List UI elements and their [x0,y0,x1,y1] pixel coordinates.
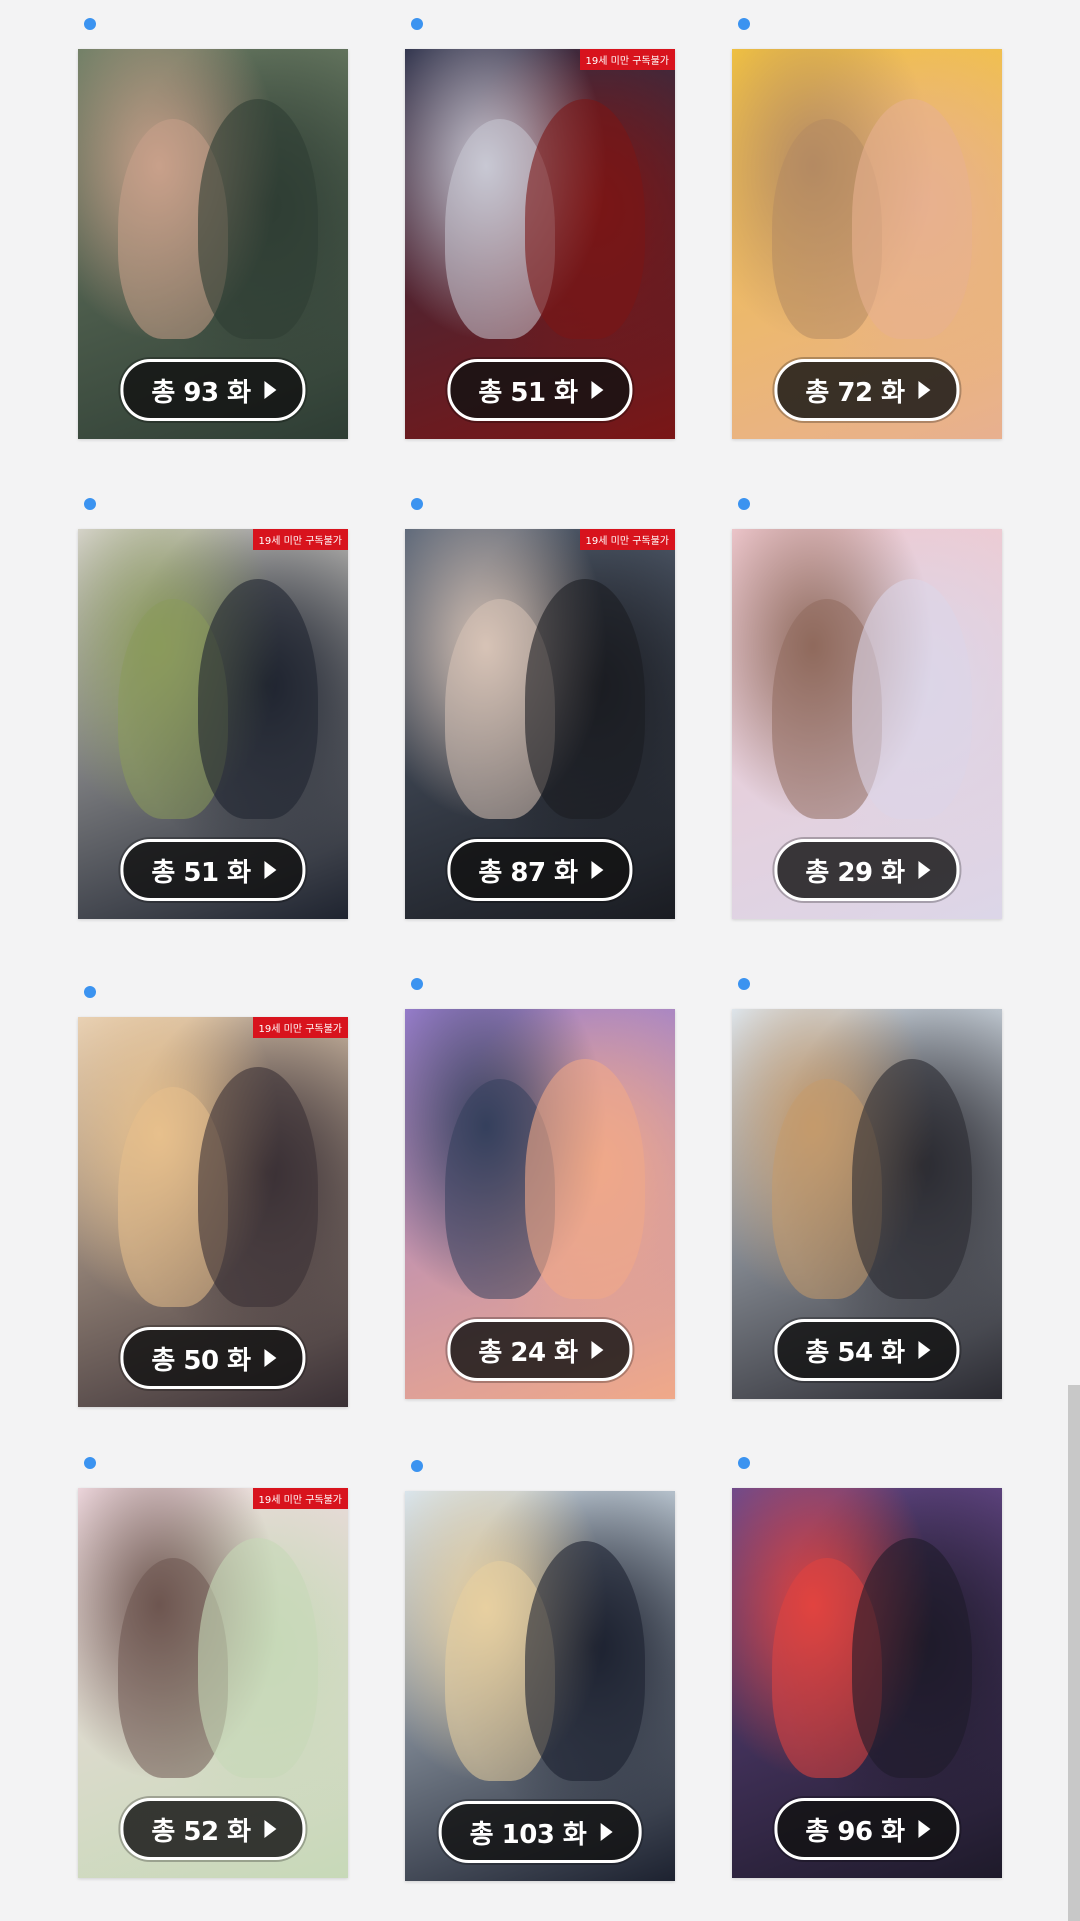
episode-count-label: 총 52 화 [151,1816,251,1847]
play-icon [264,861,277,879]
cover-figure [525,1541,645,1781]
new-indicator-dot [84,1457,96,1469]
age-restriction-badge: 19세 미만 구독불가 [579,529,675,550]
cover-figure [852,579,972,819]
new-indicator-dot [411,18,423,30]
episode-count-button[interactable]: 총 52 화 [120,1798,306,1860]
episode-count-label: 총 24 화 [478,1337,578,1368]
play-icon [918,1341,931,1359]
play-icon [591,1341,604,1359]
new-indicator-dot [738,978,750,990]
webtoon-cover[interactable]: 총 103 화 [405,1491,675,1881]
episode-count-button[interactable]: 총 29 화 [774,839,960,901]
webtoon-cover[interactable]: 총 72 화 [732,49,1002,439]
episode-count-label: 총 93 화 [151,377,251,408]
new-indicator-dot [411,1460,423,1472]
episode-count-button[interactable]: 총 51 화 [447,359,633,421]
episode-count-button[interactable]: 총 72 화 [774,359,960,421]
episode-count-button[interactable]: 총 50 화 [120,1327,306,1389]
episode-count-button[interactable]: 총 96 화 [774,1798,960,1860]
play-icon [591,381,604,399]
age-restriction-badge: 19세 미만 구독불가 [252,1488,348,1509]
cover-figure [852,99,972,339]
age-restriction-badge: 19세 미만 구독불가 [252,529,348,550]
webtoon-cover[interactable]: 총 96 화 [732,1488,1002,1878]
play-icon [918,1820,931,1838]
play-icon [264,1349,277,1367]
episode-count-label: 총 51 화 [151,857,251,888]
new-indicator-dot [411,978,423,990]
episode-count-label: 총 87 화 [478,857,578,888]
episode-count-label: 총 103 화 [469,1819,587,1850]
scrollbar-thumb[interactable] [1068,1385,1080,1921]
episode-count-button[interactable]: 총 93 화 [120,359,306,421]
play-icon [600,1823,613,1841]
webtoon-cover[interactable]: 19세 미만 구독불가 총 52 화 [78,1488,348,1878]
episode-count-button[interactable]: 총 51 화 [120,839,306,901]
episode-count-button[interactable]: 총 103 화 [438,1801,642,1863]
new-indicator-dot [738,18,750,30]
cover-figure [198,1067,318,1307]
new-indicator-dot [84,18,96,30]
webtoon-grid-page: 총 93 화 19세 미만 구독불가 총 51 화 총 72 화 19세 미만 … [0,0,1080,1921]
age-restriction-badge: 19세 미만 구독불가 [252,1017,348,1038]
episode-count-label: 총 96 화 [805,1816,905,1847]
play-icon [264,1820,277,1838]
play-icon [918,381,931,399]
play-icon [591,861,604,879]
episode-count-button[interactable]: 총 54 화 [774,1319,960,1381]
episode-count-label: 총 50 화 [151,1345,251,1376]
webtoon-cover[interactable]: 19세 미만 구독불가 총 51 화 [405,49,675,439]
webtoon-cover[interactable]: 19세 미만 구독불가 총 87 화 [405,529,675,919]
cover-figure [525,1059,645,1299]
webtoon-cover[interactable]: 총 54 화 [732,1009,1002,1399]
new-indicator-dot [738,1457,750,1469]
cover-figure [198,99,318,339]
episode-count-label: 총 54 화 [805,1337,905,1368]
webtoon-cover[interactable]: 총 29 화 [732,529,1002,919]
episode-count-label: 총 51 화 [478,377,578,408]
webtoon-cover[interactable]: 총 24 화 [405,1009,675,1399]
webtoon-cover[interactable]: 총 93 화 [78,49,348,439]
cover-figure [525,99,645,339]
play-icon [264,381,277,399]
new-indicator-dot [738,498,750,510]
webtoon-cover[interactable]: 19세 미만 구독불가 총 50 화 [78,1017,348,1407]
webtoon-cover[interactable]: 19세 미만 구독불가 총 51 화 [78,529,348,919]
new-indicator-dot [411,498,423,510]
episode-count-label: 총 29 화 [805,857,905,888]
cover-figure [852,1059,972,1299]
new-indicator-dot [84,498,96,510]
episode-count-button[interactable]: 총 87 화 [447,839,633,901]
cover-figure [198,579,318,819]
new-indicator-dot [84,986,96,998]
cover-figure [852,1538,972,1778]
cover-figure [198,1538,318,1778]
episode-count-button[interactable]: 총 24 화 [447,1319,633,1381]
episode-count-label: 총 72 화 [805,377,905,408]
cover-figure [525,579,645,819]
age-restriction-badge: 19세 미만 구독불가 [579,49,675,70]
play-icon [918,861,931,879]
